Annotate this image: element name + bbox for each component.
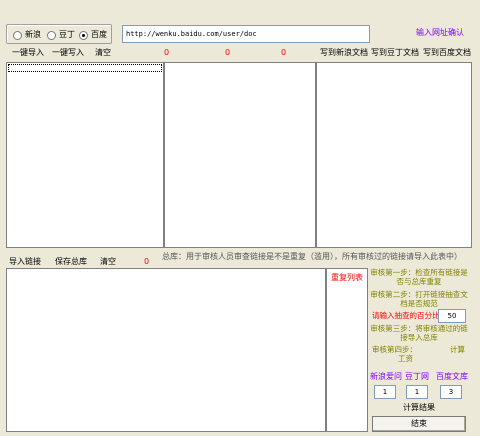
- radio-sina[interactable]: 新浪: [13, 28, 41, 42]
- rate-baidu-label: 百度文库: [436, 372, 468, 381]
- radio-douding[interactable]: 豆丁: [47, 28, 75, 42]
- write-sina-button[interactable]: 写到新浪文档: [320, 47, 368, 59]
- write-douding-button[interactable]: 写到豆丁文档: [371, 47, 419, 59]
- percent-input[interactable]: 50: [438, 309, 466, 323]
- library-count: 0: [144, 257, 150, 266]
- radio-baidu-label: 百度: [91, 30, 107, 39]
- percent-label: 请输入抽查的百分比: [372, 311, 440, 320]
- radio-sina-dot[interactable]: [13, 30, 22, 40]
- radio-douding-dot[interactable]: [47, 30, 56, 40]
- duplicate-list-header: 重复列表: [331, 273, 363, 282]
- clear-top-button[interactable]: 清空: [95, 47, 111, 59]
- count-3: 0: [281, 48, 287, 57]
- library-note: 总库：用于审核人员审查链接是不是重复（滥用），所有审核过的链接请导入此表中）: [162, 252, 462, 261]
- import-one-button[interactable]: 一键导入: [12, 47, 44, 59]
- save-library-button[interactable]: 保存总库: [55, 256, 87, 268]
- write-baidu-button[interactable]: 写到百度文档: [423, 47, 471, 59]
- step2-button[interactable]: 审核第二步：打开链接抽查文档是否规范: [370, 290, 468, 308]
- finish-button[interactable]: 结束: [372, 416, 466, 432]
- radio-baidu-dot[interactable]: [79, 30, 88, 40]
- clear-lower-button[interactable]: 清空: [100, 256, 116, 268]
- rate-douding-label: 豆丁网: [405, 372, 429, 381]
- import-links-button[interactable]: 导入链接: [9, 256, 41, 268]
- rate-douding-input[interactable]: 1: [406, 385, 428, 399]
- count-1: 0: [164, 48, 170, 57]
- panel-selected-row[interactable]: [8, 64, 162, 72]
- step3-button[interactable]: 审核第三步：将审核通过的链接导入总库: [370, 324, 468, 342]
- step4-calc-label: 计算: [450, 345, 465, 354]
- duplicate-list[interactable]: 重复列表: [326, 268, 368, 432]
- source-groupbox: 新浪 豆丁 百度: [6, 24, 112, 44]
- step4-salary-label: 工资: [398, 354, 413, 363]
- confirm-url-button[interactable]: 输入网址确认: [416, 27, 464, 39]
- douding-links-panel[interactable]: [164, 62, 316, 248]
- calc-result-button[interactable]: 计算结果: [372, 401, 466, 417]
- write-one-button[interactable]: 一键写入: [52, 47, 84, 59]
- library-textbox[interactable]: [6, 268, 326, 432]
- rate-sina-label: 新浪爱问: [370, 372, 402, 381]
- baidu-links-panel[interactable]: [316, 62, 472, 248]
- rate-baidu-input[interactable]: 3: [440, 385, 462, 399]
- url-input[interactable]: http://wenku.baidu.com/user/doc: [122, 25, 370, 43]
- radio-baidu[interactable]: 百度: [79, 28, 107, 42]
- count-2: 0: [225, 48, 231, 57]
- rate-sina-input[interactable]: 1: [374, 385, 396, 399]
- radio-douding-label: 豆丁: [59, 30, 75, 39]
- sina-links-panel[interactable]: [6, 62, 164, 248]
- step1-button[interactable]: 审核第一步：检查所有链接是否与总库重复: [370, 268, 468, 286]
- radio-sina-label: 新浪: [25, 30, 41, 39]
